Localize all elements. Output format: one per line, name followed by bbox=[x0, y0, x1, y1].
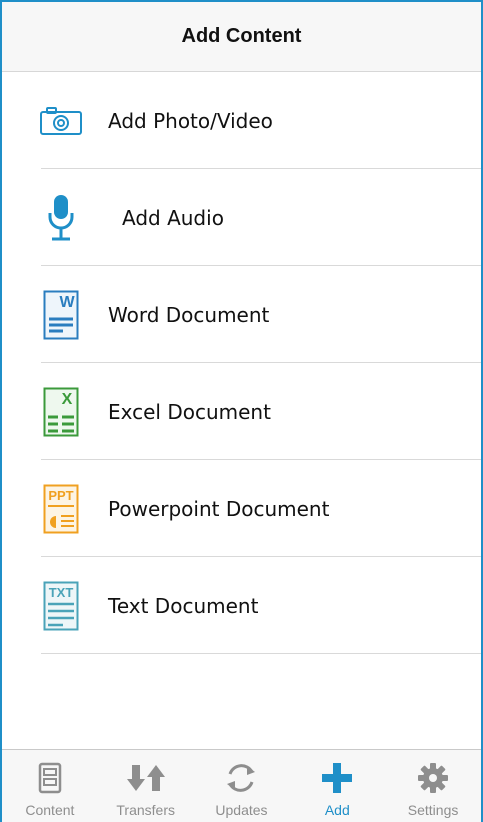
updates-icon bbox=[223, 760, 259, 796]
list-item-word-document[interactable]: W Word Document bbox=[2, 266, 481, 363]
excel-badge: X bbox=[62, 391, 73, 408]
microphone-icon bbox=[38, 183, 84, 253]
list-item-label: Powerpoint Document bbox=[108, 496, 330, 521]
excel-document-icon: X bbox=[38, 377, 84, 447]
tab-transfers[interactable]: Transfers bbox=[98, 750, 194, 822]
content-type-list: Add Photo/Video Add Audio W Word Documen… bbox=[2, 72, 481, 654]
tab-label: Content bbox=[25, 802, 75, 818]
tab-label: Settings bbox=[407, 802, 459, 818]
list-item-label: Word Document bbox=[108, 302, 270, 327]
list-item-powerpoint-document[interactable]: PPT Powerpoint Document bbox=[2, 460, 481, 557]
content-icon bbox=[38, 760, 62, 796]
text-badge: TXT bbox=[49, 585, 74, 600]
powerpoint-document-icon: PPT bbox=[38, 474, 84, 544]
list-item-add-audio[interactable]: Add Audio bbox=[2, 169, 481, 266]
gear-icon bbox=[417, 760, 449, 796]
tab-bar: Content Transfers Updates Add Settings bbox=[2, 749, 481, 822]
list-item-add-photo-video[interactable]: Add Photo/Video bbox=[2, 72, 481, 169]
powerpoint-badge: PPT bbox=[48, 488, 73, 503]
word-badge: W bbox=[59, 294, 75, 311]
tab-label: Transfers bbox=[116, 802, 175, 818]
tab-updates[interactable]: Updates bbox=[194, 750, 290, 822]
tab-label: Add bbox=[324, 802, 350, 818]
text-document-icon: TXT bbox=[38, 571, 84, 641]
page-title: Add Content bbox=[181, 25, 302, 47]
list-item-label: Excel Document bbox=[108, 399, 271, 424]
tab-content[interactable]: Content bbox=[2, 750, 98, 822]
camera-icon bbox=[38, 86, 84, 156]
list-item-label: Add Photo/Video bbox=[108, 108, 273, 133]
word-document-icon: W bbox=[38, 280, 84, 350]
plus-icon bbox=[321, 760, 353, 796]
list-item-label: Add Audio bbox=[122, 205, 224, 230]
tab-add[interactable]: Add bbox=[289, 750, 385, 822]
tab-settings[interactable]: Settings bbox=[385, 750, 481, 822]
navigation-bar: Add Content bbox=[2, 2, 481, 72]
list-item-text-document[interactable]: TXT Text Document bbox=[2, 557, 481, 654]
tab-label: Updates bbox=[215, 802, 268, 818]
list-item-label: Text Document bbox=[108, 593, 259, 618]
transfers-icon bbox=[126, 760, 166, 796]
app-window: Add Content Add Photo/Video Add Audio W … bbox=[0, 0, 483, 822]
list-item-excel-document[interactable]: X Excel Document bbox=[2, 363, 481, 460]
